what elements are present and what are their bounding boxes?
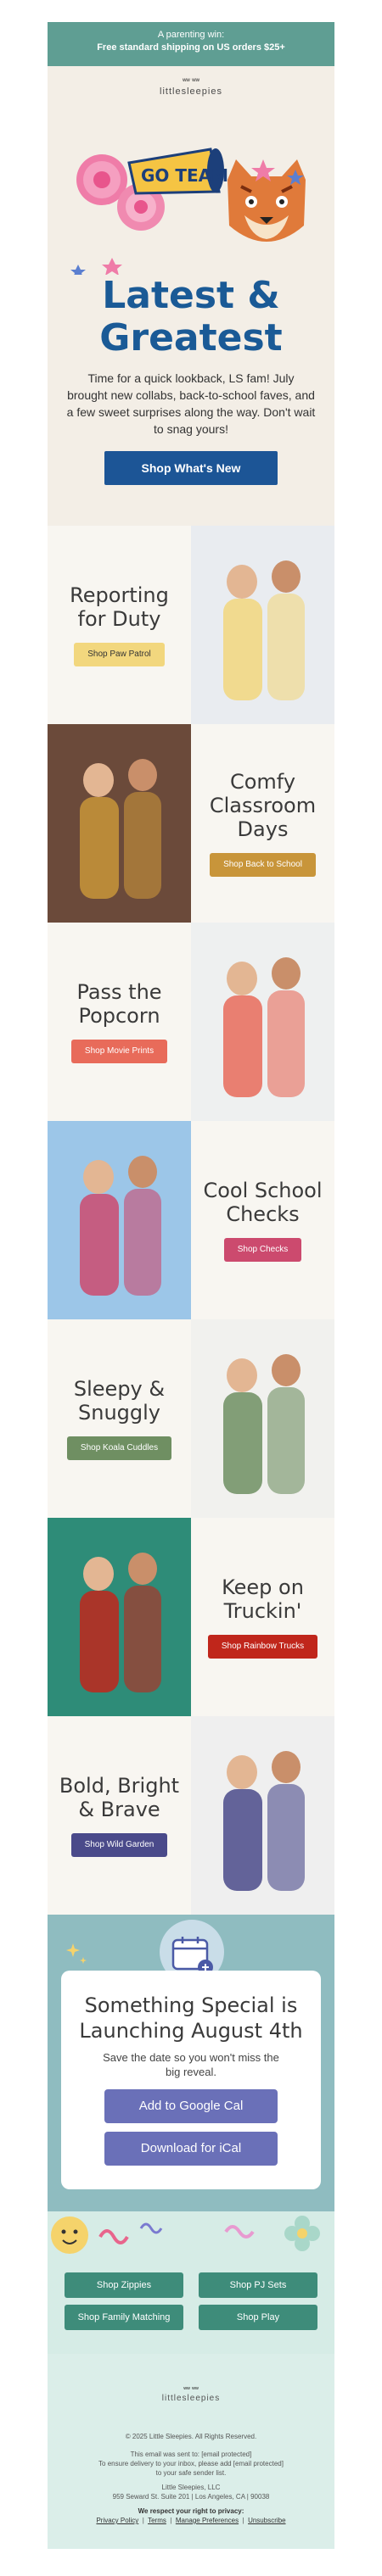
smiley-sun-icon bbox=[51, 2216, 88, 2254]
product-row-title: Cool School Checks bbox=[203, 1179, 323, 1226]
email-container: A parenting win: Free standard shipping … bbox=[48, 22, 334, 2549]
calendar-icon bbox=[171, 1937, 213, 1975]
brand-logo[interactable]: ʷʷ ʷʷ littlesleepies bbox=[48, 66, 334, 97]
product-row-cta-button[interactable]: Shop Checks bbox=[223, 1238, 302, 1262]
promo-banner[interactable]: A parenting win: Free standard shipping … bbox=[48, 22, 334, 66]
squiggle-icon bbox=[139, 2222, 163, 2234]
koala-cuddles-photo[interactable] bbox=[191, 1319, 334, 1518]
product-row: Cool School Checks Shop Checks bbox=[48, 1121, 334, 1319]
product-row-text: Sleepy & Snuggly Shop Koala Cuddles bbox=[48, 1319, 191, 1518]
hero-headline-line-1: Latest & bbox=[102, 274, 280, 317]
kids-pajamas-photo bbox=[80, 759, 161, 899]
product-row-title: Bold, Bright & Brave bbox=[59, 1774, 180, 1821]
kids-pajamas-photo bbox=[223, 957, 305, 1097]
company-address: 959 Seward St. Suite 201 | Los Angeles, … bbox=[112, 2493, 270, 2501]
product-row-title: Keep on Truckin' bbox=[222, 1575, 304, 1623]
kids-pajamas-photo bbox=[223, 1751, 305, 1891]
banner-line-1: A parenting win: bbox=[157, 30, 225, 40]
launch-card: Something Special is Launching August 4t… bbox=[61, 1971, 321, 2189]
product-row-cta-button[interactable]: Shop Koala Cuddles bbox=[66, 1436, 172, 1460]
doodle-decoration bbox=[51, 2216, 320, 2254]
page: A parenting win: Free standard shipping … bbox=[0, 0, 382, 2576]
shop-whats-new-button[interactable]: Shop What's New bbox=[104, 451, 278, 485]
hero-illustration[interactable]: GO TEAM bbox=[48, 97, 334, 278]
shop-pj-sets-button[interactable]: Shop PJ Sets bbox=[199, 2272, 317, 2298]
add-to-google-calendar-button[interactable]: Add to Google Cal bbox=[104, 2089, 278, 2123]
sent-to-notice: This email was sent to: [email protected… bbox=[130, 2451, 252, 2458]
product-row-text: Pass the Popcorn Shop Movie Prints bbox=[48, 923, 191, 1121]
manage-preferences-link[interactable]: Manage Preferences bbox=[176, 2517, 239, 2524]
product-row-cta-button[interactable]: Shop Wild Garden bbox=[70, 1833, 168, 1857]
product-row: Sleepy & Snuggly Shop Koala Cuddles bbox=[48, 1319, 334, 1518]
download-ical-button[interactable]: Download for iCal bbox=[104, 2132, 278, 2166]
launch-section: Something Special is Launching August 4t… bbox=[48, 1915, 334, 2211]
go-team-illustration: GO TEAM bbox=[70, 148, 306, 278]
product-row-text: Comfy Classroom Days Shop Back to School bbox=[191, 724, 334, 923]
privacy-policy-link[interactable]: Privacy Policy bbox=[96, 2517, 138, 2524]
product-rows: Reporting for Duty Shop Paw Patrol Comfy C… bbox=[48, 526, 334, 1915]
launch-body: Save the date so you won't miss the big … bbox=[103, 2051, 279, 2078]
kids-pajamas-photo bbox=[80, 1553, 161, 1692]
back-to-school-photo[interactable] bbox=[48, 724, 191, 923]
product-row-title: Pass the Popcorn bbox=[76, 980, 162, 1028]
product-row-text: Keep on Truckin' Shop Rainbow Trucks bbox=[191, 1518, 334, 1716]
product-row-title: Reporting for Duty bbox=[70, 583, 169, 631]
megaphone-icon: GO TEAM bbox=[127, 148, 228, 195]
hero-body: Time for a quick lookback, LS fam! July … bbox=[66, 371, 316, 436]
product-row-text: Reporting for Duty Shop Paw Patrol bbox=[48, 526, 191, 724]
product-row: Bold, Bright & Brave Shop Wild Garden bbox=[48, 1716, 334, 1915]
sleepy-eyes-icon: ʷʷ ʷʷ bbox=[183, 76, 199, 85]
privacy-heading: We respect your right to privacy: bbox=[138, 2507, 244, 2515]
shop-play-button[interactable]: Shop Play bbox=[199, 2305, 317, 2330]
footer-legal-links: Privacy Policy | Terms | Manage Preferen… bbox=[96, 2517, 286, 2524]
movie-prints-photo[interactable] bbox=[191, 923, 334, 1121]
rainbow-trucks-photo[interactable] bbox=[48, 1518, 191, 1716]
sleepy-eyes-icon: ʷʷ ʷʷ bbox=[183, 2385, 199, 2393]
brand-name: littlesleepies bbox=[160, 86, 222, 97]
product-row: Pass the Popcorn Shop Movie Prints bbox=[48, 923, 334, 1121]
email-footer: ʷʷ ʷʷ littlesleepies © 2025 Little Sleep… bbox=[48, 2354, 334, 2549]
product-row-title: Comfy Classroom Days bbox=[209, 770, 317, 841]
flower-icon bbox=[284, 2216, 320, 2251]
banner-line-2: Free standard shipping on US orders $25+ bbox=[97, 42, 285, 53]
product-row-text: Bold, Bright & Brave Shop Wild Garden bbox=[48, 1716, 191, 1915]
checks-photo[interactable] bbox=[48, 1121, 191, 1319]
product-row-cta-button[interactable]: Shop Movie Prints bbox=[70, 1040, 168, 1063]
product-row-cta-button[interactable]: Shop Paw Patrol bbox=[74, 643, 165, 666]
delivery-notice: To ensure delivery to your inbox, please… bbox=[98, 2460, 284, 2477]
product-row-cta-button[interactable]: Shop Back to School bbox=[210, 853, 316, 877]
copyright: © 2025 Little Sleepies. All Rights Reser… bbox=[125, 2433, 257, 2440]
star-icon bbox=[102, 258, 122, 276]
hero-headline-line-2: Greatest bbox=[99, 316, 283, 360]
hero-section: ʷʷ ʷʷ littlesleepies GO TEAM Latest & Gr… bbox=[48, 66, 334, 526]
sparkle-icon bbox=[80, 1957, 87, 1964]
hero-headline: Latest & Greatest bbox=[48, 275, 334, 360]
unsubscribe-link[interactable]: Unsubscribe bbox=[248, 2517, 285, 2524]
terms-link[interactable]: Terms bbox=[148, 2517, 166, 2524]
squiggle-icon bbox=[98, 2229, 129, 2244]
wild-garden-photo[interactable] bbox=[191, 1716, 334, 1915]
launch-title: Something Special is Launching August 4t… bbox=[79, 1993, 303, 2043]
product-row: Reporting for Duty Shop Paw Patrol bbox=[48, 526, 334, 724]
go-team-text: GO TEAM bbox=[141, 165, 228, 186]
footer-shop-links: Shop Zippies Shop PJ Sets Shop Family Ma… bbox=[48, 2211, 334, 2354]
sparkle-icon bbox=[66, 1943, 80, 1957]
product-row: Keep on Truckin' Shop Rainbow Trucks bbox=[48, 1518, 334, 1716]
squiggle-icon bbox=[224, 2225, 255, 2239]
footer-logo[interactable]: ʷʷ ʷʷ littlesleepies bbox=[48, 2354, 334, 2403]
company-name: Little Sleepies, LLC bbox=[161, 2484, 221, 2491]
kids-pajamas-photo bbox=[223, 560, 305, 700]
kids-pajamas-photo bbox=[80, 1156, 161, 1296]
product-row-text: Cool School Checks Shop Checks bbox=[191, 1121, 334, 1319]
shop-family-matching-button[interactable]: Shop Family Matching bbox=[65, 2305, 183, 2330]
product-row-cta-button[interactable]: Shop Rainbow Trucks bbox=[207, 1635, 318, 1659]
product-row: Comfy Classroom Days Shop Back to School bbox=[48, 724, 334, 923]
product-row-title: Sleepy & Snuggly bbox=[73, 1377, 166, 1425]
footer-brand-name: littlesleepies bbox=[161, 2394, 221, 2403]
kids-pajamas-photo bbox=[223, 1354, 305, 1494]
shop-zippies-button[interactable]: Shop Zippies bbox=[65, 2272, 183, 2298]
paw-patrol-photo[interactable] bbox=[191, 526, 334, 724]
star-icon bbox=[70, 265, 86, 278]
